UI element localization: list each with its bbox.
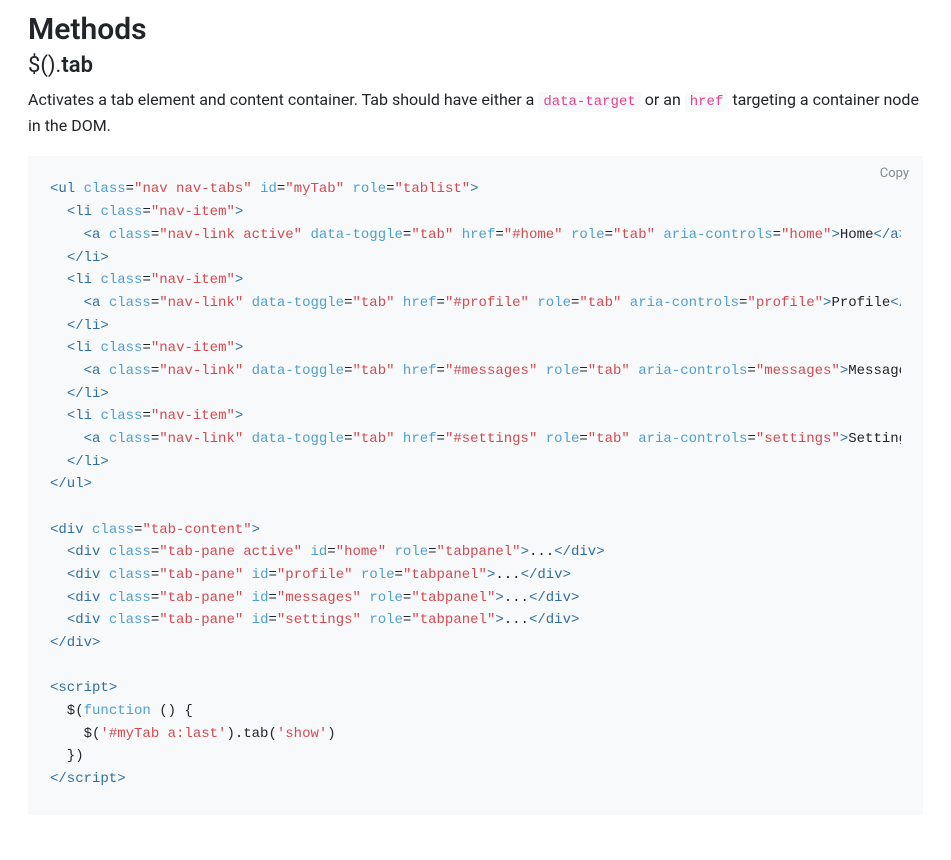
desc-text: Activates a tab element and content cont… xyxy=(28,90,538,109)
section-heading: Methods xyxy=(28,0,923,47)
code-content[interactable]: <ul class="nav nav-tabs" id="myTab" role… xyxy=(50,178,901,804)
method-prefix: $(). xyxy=(28,53,61,78)
method-name: $().tab xyxy=(28,53,923,78)
method-description: Activates a tab element and content cont… xyxy=(28,88,923,138)
code-example: Copy <ul class="nav nav-tabs" id="myTab"… xyxy=(28,156,923,814)
desc-text: or an xyxy=(641,90,685,109)
desc-code-data-target: data-target xyxy=(538,92,640,112)
method-bold: tab xyxy=(61,53,93,78)
desc-code-href: href xyxy=(685,92,729,112)
copy-button[interactable]: Copy xyxy=(880,166,909,181)
